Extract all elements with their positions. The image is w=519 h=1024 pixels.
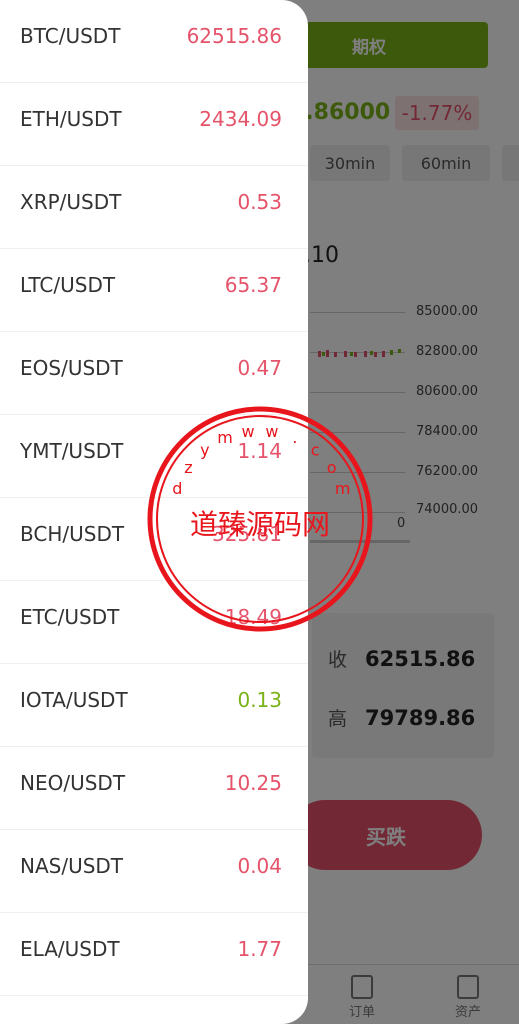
symbol-price: 0.04 xyxy=(237,854,282,878)
symbol-name: IOTA/USDT xyxy=(20,688,128,712)
symbol-name: ETC/USDT xyxy=(20,605,120,629)
symbol-price: 2434.09 xyxy=(199,107,282,131)
symbol-name: NEO/USDT xyxy=(20,771,126,795)
symbol-price: 0.13 xyxy=(237,688,282,712)
symbol-drawer: BTC/USDT 62515.86 ETH/USDT 2434.09 XRP/U… xyxy=(0,0,308,1024)
symbol-name: LTC/USDT xyxy=(20,273,116,297)
symbol-price: 0.53 xyxy=(237,190,282,214)
symbol-price: 325.81 xyxy=(212,522,282,546)
symbol-name: EOS/USDT xyxy=(20,356,123,380)
symbol-name: NAS/USDT xyxy=(20,854,124,878)
symbol-name: YMT/USDT xyxy=(20,439,124,463)
symbol-name: ELA/USDT xyxy=(20,937,120,961)
symbol-row[interactable]: EOS/USDT 0.47 xyxy=(0,332,308,415)
symbol-price: 18.49 xyxy=(224,605,282,629)
symbol-row[interactable]: BCH/USDT 325.81 xyxy=(0,498,308,581)
symbol-row[interactable]: BTC/USDT 62515.86 xyxy=(0,0,308,83)
symbol-row[interactable]: ETH/USDT 2434.09 xyxy=(0,83,308,166)
symbol-name: BTC/USDT xyxy=(20,24,121,48)
symbol-row[interactable]: LTC/USDT 65.37 xyxy=(0,249,308,332)
symbol-price: 62515.86 xyxy=(186,24,282,48)
symbol-row[interactable]: IOTA/USDT 0.13 xyxy=(0,664,308,747)
symbol-name: XRP/USDT xyxy=(20,190,122,214)
symbol-price: 1.77 xyxy=(237,937,282,961)
symbol-name: ETH/USDT xyxy=(20,107,122,131)
symbol-row[interactable]: ETC/USDT 18.49 xyxy=(0,581,308,664)
symbol-row[interactable]: XRP/USDT 0.53 xyxy=(0,166,308,249)
symbol-row[interactable]: YMT/USDT 1.14 xyxy=(0,415,308,498)
symbol-row[interactable]: NEO/USDT 10.25 xyxy=(0,747,308,830)
symbol-price: 10.25 xyxy=(224,771,282,795)
symbol-name: BCH/USDT xyxy=(20,522,125,546)
symbol-price: 1.14 xyxy=(237,439,282,463)
symbol-price: 65.37 xyxy=(224,273,282,297)
symbol-row[interactable]: NAS/USDT 0.04 xyxy=(0,830,308,913)
symbol-price: 0.47 xyxy=(237,356,282,380)
symbol-row[interactable]: ELA/USDT 1.77 xyxy=(0,913,308,996)
